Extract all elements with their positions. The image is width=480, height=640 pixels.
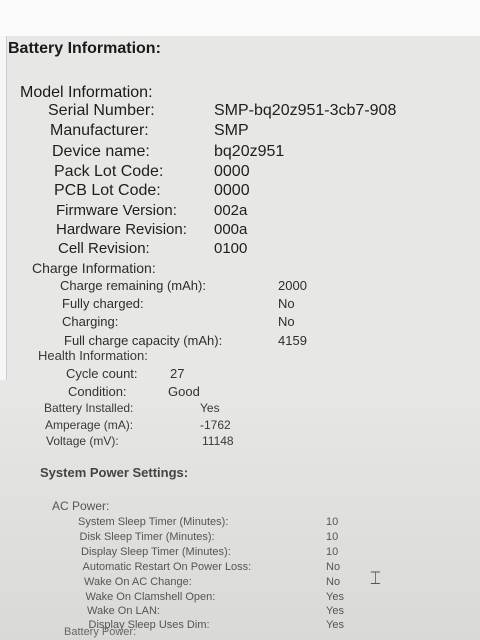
ac-power-label: System Sleep Timer (Minutes): bbox=[78, 516, 229, 528]
model-info-label: Firmware Version: bbox=[56, 202, 177, 219]
model-info-value: 0000 bbox=[214, 163, 250, 180]
charge-info-value: 2000 bbox=[278, 278, 307, 293]
model-info-label: Serial Number: bbox=[48, 102, 155, 119]
ac-power-label: Wake On Clamshell Open: bbox=[85, 591, 216, 603]
health-info-label: Condition: bbox=[68, 384, 127, 399]
model-info-label: Manufacturer: bbox=[50, 122, 149, 139]
model-info-value: SMP bbox=[214, 122, 249, 139]
charge-info-label: Charge remaining (mAh): bbox=[60, 278, 206, 293]
model-info-label: Pack Lot Code: bbox=[54, 163, 164, 180]
battery-label: Voltage (mV): bbox=[46, 434, 119, 448]
charge-info-heading: Charge Information: bbox=[32, 260, 156, 276]
ac-power-value: Yes bbox=[326, 619, 344, 631]
ac-power-label: Automatic Restart On Power Loss: bbox=[82, 561, 252, 573]
charge-info-label: Charging: bbox=[62, 314, 119, 329]
text-cursor-icon: ⌶ bbox=[370, 568, 381, 588]
charge-info-label: Full charge capacity (mAh): bbox=[64, 333, 223, 348]
charge-info-label: Fully charged: bbox=[62, 296, 144, 311]
health-info-value: Good bbox=[168, 384, 200, 399]
health-info-label: Cycle count: bbox=[66, 366, 138, 381]
ac-power-value: 10 bbox=[326, 546, 339, 558]
battery-label: Battery Installed: bbox=[44, 401, 134, 415]
ac-power-label: Disk Sleep Timer (Minutes): bbox=[79, 531, 215, 543]
battery-value: -1762 bbox=[200, 418, 231, 432]
ac-power-label: Wake On AC Change: bbox=[84, 576, 192, 588]
model-info-label: Cell Revision: bbox=[58, 240, 150, 257]
model-info-label: PCB Lot Code: bbox=[54, 182, 161, 199]
title-bar bbox=[0, 0, 480, 36]
ac-power-value: 10 bbox=[326, 531, 339, 543]
ac-power-label: Display Sleep Timer (Minutes): bbox=[81, 546, 231, 558]
model-info-label: Hardware Revision: bbox=[56, 221, 187, 238]
system-power-heading: System Power Settings: bbox=[40, 465, 189, 480]
ac-power-value: No bbox=[326, 576, 341, 588]
ac-power-heading: AC Power: bbox=[52, 499, 110, 513]
model-info-value: SMP-bq20z951-3cb7-908 bbox=[214, 102, 397, 119]
health-info-value: 27 bbox=[170, 366, 185, 381]
model-info-label: Device name: bbox=[52, 143, 150, 160]
ac-power-value: Yes bbox=[326, 591, 344, 603]
model-info-heading: Model Information: bbox=[20, 84, 153, 101]
model-info-value: 002a bbox=[214, 202, 248, 219]
model-info-value: 0000 bbox=[214, 182, 250, 199]
charge-info-value: 4159 bbox=[278, 333, 307, 348]
health-info-heading: Health Information: bbox=[38, 348, 148, 363]
ac-power-value: Yes bbox=[326, 605, 344, 617]
ac-power-value: 10 bbox=[326, 516, 339, 528]
model-info-value: 0100 bbox=[214, 240, 248, 257]
battery-power-heading: Battery Power: bbox=[64, 626, 137, 638]
ac-power-value: No bbox=[326, 561, 341, 573]
ac-power-label: Wake On LAN: bbox=[87, 605, 160, 617]
battery-info-title: Battery Information: bbox=[8, 40, 161, 57]
battery-value: 11148 bbox=[202, 434, 234, 448]
model-info-value: bq20z951 bbox=[214, 143, 285, 160]
model-info-value: 000a bbox=[214, 221, 248, 238]
charge-info-value: No bbox=[278, 314, 295, 329]
battery-value: Yes bbox=[200, 401, 220, 415]
charge-info-value: No bbox=[278, 296, 295, 311]
battery-label: Amperage (mA): bbox=[45, 418, 134, 432]
